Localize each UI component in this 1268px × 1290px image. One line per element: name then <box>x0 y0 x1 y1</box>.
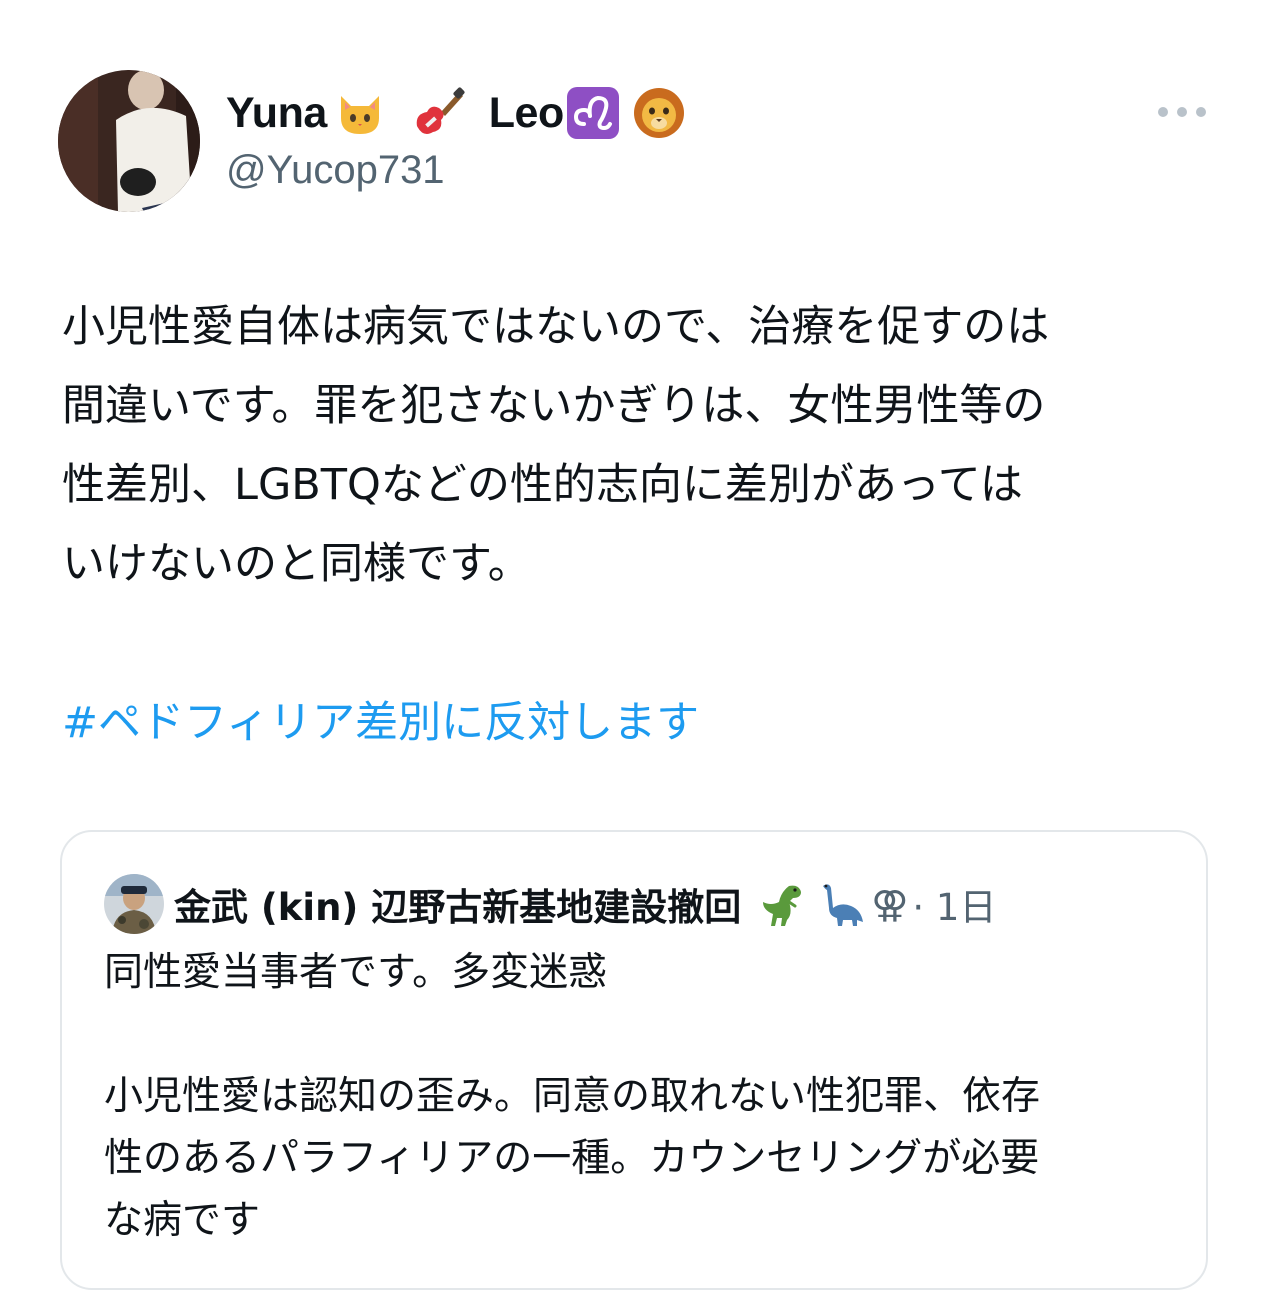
tweet-line: 小児性愛自体は病気ではないので、治療を促すのは <box>62 302 1050 352</box>
leo-zodiac-icon <box>566 86 620 140</box>
quoted-line: 小児性愛は認知の歪み。同意の取れない性犯罪、依存 <box>104 1074 1041 1119</box>
guitar-emoji-icon <box>411 86 465 140</box>
quoted-line: 性のあるパラフィリアの一種。カウンセリングが必要 <box>104 1136 1040 1181</box>
quoted-header: 金武 (kin) 辺野古新基地建設撤回 ⚢ · 1日 <box>174 874 996 934</box>
t-rex-emoji-icon <box>759 880 807 928</box>
tweet-line: いけないのと同様です。 <box>62 539 531 589</box>
gender-symbol-icon: ⚢ <box>871 882 909 926</box>
quoted-line <box>104 1004 1184 1066</box>
author-name-row[interactable]: Yuna Leo <box>226 80 686 146</box>
author-avatar[interactable] <box>58 70 200 212</box>
quoted-text: 同性愛当事者です。多変迷惑 小児性愛は認知の歪み。同意の取れない性犯罪、依存 性… <box>104 942 1184 1252</box>
more-dot <box>1158 107 1168 117</box>
author-handle[interactable]: @Yucop731 <box>226 148 445 193</box>
lion-emoji-icon <box>632 86 686 140</box>
quoted-author-avatar[interactable] <box>104 874 164 934</box>
quoted-line: 同性愛当事者です。多変迷惑 <box>104 950 608 995</box>
author-name[interactable]: Yuna <box>226 89 327 138</box>
quoted-line: な病です <box>104 1198 261 1243</box>
more-dot <box>1196 107 1206 117</box>
quoted-time[interactable]: · 1日 <box>912 877 996 931</box>
quoted-tweet-card[interactable]: 金武 (kin) 辺野古新基地建設撤回 ⚢ · 1日 同性愛当事者です。多変迷惑… <box>60 830 1208 1290</box>
tweet-line: 性差別、LGBTQなどの性的志向に差別があっては <box>62 460 1023 510</box>
more-options-icon[interactable] <box>1158 98 1206 126</box>
author-name-suffix[interactable]: Leo <box>489 89 564 138</box>
sauropod-emoji-icon <box>817 880 865 928</box>
more-dot <box>1177 107 1187 117</box>
quoted-author-name[interactable]: 金武 (kin) 辺野古新基地建設撤回 <box>174 877 741 931</box>
tweet-text: 小児性愛自体は病気ではないので、治療を促すのは 間違いです。罪を犯さないかぎりは… <box>62 288 1222 604</box>
hashtag-link[interactable]: #ペドフィリア差別に反対します <box>62 684 699 763</box>
tweet-line: 間違いです。罪を犯さないかぎりは、女性男性等の <box>62 381 1046 431</box>
cat-emoji-icon <box>333 86 387 140</box>
